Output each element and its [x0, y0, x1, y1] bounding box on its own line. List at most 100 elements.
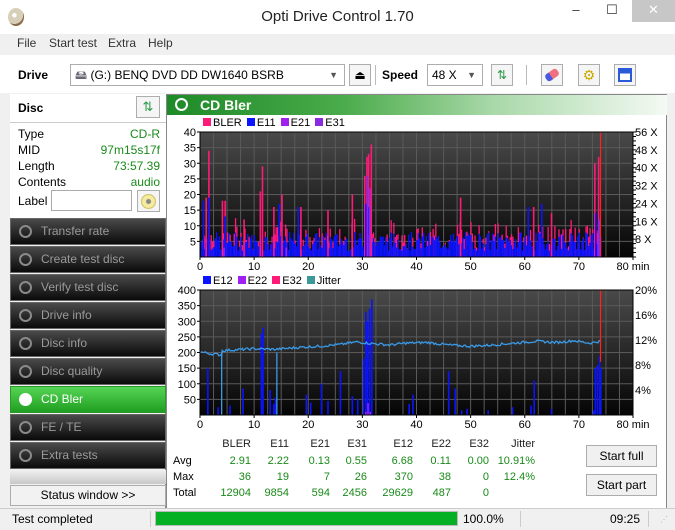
nav-disc-quality[interactable]: Disc quality [10, 358, 166, 385]
refresh-button[interactable]: ⇅ [491, 64, 513, 86]
bar-e11 [558, 236, 560, 257]
bar-e31 [366, 175, 369, 257]
bar-e11 [520, 232, 522, 257]
bar-e12 [229, 405, 231, 415]
bar-e11 [464, 232, 467, 257]
e12-jitter-chart: 50 100 150 200 250 300 350 400 4% 8% 12% 16% 20% 0 10 2… [178, 285, 658, 431]
x-tick-label: 40 [410, 419, 422, 431]
bar-e11 [521, 250, 524, 257]
bar-e11 [395, 247, 398, 257]
floppy-disk-icon [618, 68, 632, 82]
minimize-button[interactable]: ‒ [562, 0, 590, 22]
start-part-button[interactable]: Start part [586, 474, 657, 496]
bar-e11 [575, 249, 578, 257]
disc-title: Disc [18, 101, 44, 115]
drive-select[interactable]: 🖴 (G:) BENQ DVD DD DW1640 BSRB ▼ [70, 64, 345, 86]
bar-e11 [486, 234, 488, 257]
disc-icon [175, 98, 188, 111]
save-button[interactable] [614, 64, 636, 86]
disc-type-value: CD-R [130, 127, 160, 141]
bar-e11 [413, 248, 415, 257]
menu-help[interactable]: Help [148, 36, 173, 50]
bar-e21 [285, 247, 288, 257]
stats-table: BLER E11 E21 E31 E12 E22 E32 Jitter Avg 2.91 2.22 0… [167, 435, 587, 505]
bar-e11 [393, 233, 395, 257]
bler-chart: 5 10 15 20 25 30 35 40 8 X 16 X 24 X 32 X 40 X 48 X 56… [184, 127, 659, 273]
stats-cell: 0.11 [430, 455, 451, 467]
divider [10, 122, 166, 123]
disc-label-label: Label [18, 194, 48, 208]
bar-e11 [230, 242, 233, 257]
disc-refresh-button[interactable]: ⇅ [136, 96, 160, 118]
divider [648, 511, 649, 527]
nav-verify-test-disc[interactable]: Verify test disc [10, 274, 166, 301]
nav-label: Disc quality [41, 364, 103, 378]
bar-e11 [469, 235, 471, 257]
bar-e11 [510, 245, 513, 257]
stats-column-header: BLER [222, 438, 251, 450]
bar-e11 [385, 237, 387, 257]
bar-e11 [324, 239, 326, 257]
bar-e11 [294, 243, 296, 257]
menu-start-test[interactable]: Start test [49, 36, 97, 50]
bar-e11 [317, 249, 319, 257]
bar-e11 [353, 232, 356, 257]
bar-e11 [573, 241, 575, 257]
bar-e12 [320, 383, 323, 415]
resize-grip-icon[interactable]: ⋰ [660, 515, 668, 524]
bar-e11 [505, 237, 507, 257]
bar-e11 [390, 232, 392, 257]
close-button[interactable]: ✕ [632, 0, 675, 22]
bar-e31 [368, 188, 371, 257]
bar-e11 [208, 197, 210, 257]
bar-e11 [428, 232, 430, 257]
toolbar-divider [526, 65, 527, 85]
nav-transfer-rate[interactable]: Transfer rate [10, 218, 166, 245]
stats-cell: 0 [482, 487, 489, 499]
bar-e11 [501, 239, 503, 257]
bar-e11 [332, 248, 334, 257]
bar-e11 [307, 246, 310, 257]
start-full-button[interactable]: Start full [586, 445, 657, 467]
bar-e11 [232, 246, 234, 257]
stats-cell: 38 [438, 471, 451, 483]
maximize-button[interactable]: ☐ [598, 0, 626, 22]
bar-bler [221, 200, 224, 257]
nav-cd-bler[interactable]: CD Bler [10, 386, 166, 413]
bar-e11 [287, 249, 289, 257]
bar-e11 [276, 242, 279, 257]
bar-e12 [408, 404, 410, 415]
nav-extra-tests[interactable]: Extra tests [10, 442, 166, 469]
bar-e11 [508, 241, 510, 257]
bar-e11 [566, 248, 568, 257]
bar-e11 [561, 248, 563, 257]
bar-e11 [463, 248, 465, 257]
bar-e11 [496, 248, 498, 257]
eject-button[interactable]: ⏏ [349, 64, 371, 86]
nav-drive-info[interactable]: Drive info [10, 302, 166, 329]
bar-e11 [504, 248, 506, 257]
menu-file[interactable]: File [17, 36, 36, 50]
y2-tick-label: 8% [635, 360, 651, 372]
stats-column-header: E31 [347, 438, 367, 450]
disc-label-input[interactable] [51, 190, 132, 211]
menu-extra[interactable]: Extra [108, 36, 136, 50]
bar-e11 [270, 245, 272, 257]
disc-label-button[interactable] [137, 190, 160, 212]
stats-cell: 36 [238, 471, 251, 483]
speed-select[interactable]: 48 X ▼ [427, 64, 483, 86]
settings-button[interactable]: ⚙ [578, 64, 600, 86]
bar-e11 [547, 241, 549, 257]
erase-button[interactable] [541, 64, 563, 86]
bar-e11 [590, 234, 593, 257]
status-window-button[interactable]: Status window >> [10, 485, 166, 506]
stats-cell: 0.55 [345, 455, 367, 467]
bar-e12 [460, 410, 463, 415]
disc-icon [19, 309, 32, 322]
nav-create-test-disc[interactable]: Create test disc [10, 246, 166, 273]
bar-e11 [452, 233, 455, 257]
bar-e11 [554, 238, 556, 257]
bar-e11 [343, 244, 345, 257]
nav-fe-te[interactable]: FE / TE [10, 414, 166, 441]
nav-disc-info[interactable]: Disc info [10, 330, 166, 357]
